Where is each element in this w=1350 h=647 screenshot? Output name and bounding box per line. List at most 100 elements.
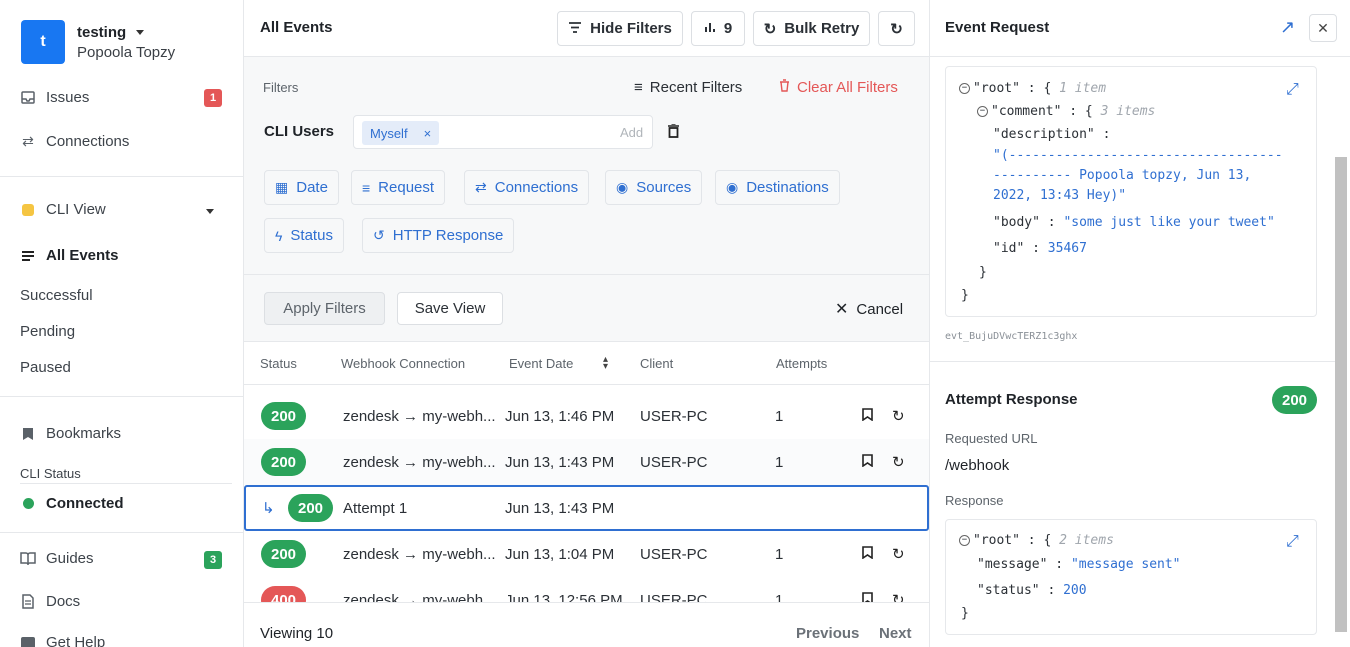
org-switcher[interactable]: t testing Popoola Topzy [21,20,175,64]
next-button[interactable]: Next [879,625,912,642]
bolt-icon: ϟ [275,227,283,244]
event-date: Jun 13, 1:46 PM [505,407,615,425]
sort-icon[interactable]: ▴ ▾ [603,355,608,372]
chevron-down-icon[interactable] [206,209,214,214]
expand-icon[interactable]: ⤢ [1286,531,1299,551]
chip-label: Connections [494,179,579,196]
sidebar-item-all-events[interactable]: All Events [20,247,119,264]
retry-icon[interactable]: ↻ [892,453,905,471]
recent-filters-button[interactable]: ≡ Recent Filters [634,79,742,96]
response-json-viewer: − "root" : { 2 items ⤢ "message" : "messa… [945,519,1317,635]
collapse-icon[interactable]: − [959,83,970,94]
attempt-response-title: Attempt Response [945,391,1078,408]
save-view-button[interactable]: Save View [397,292,503,325]
json-string: "message sent" [1070,557,1181,572]
table-row[interactable]: 200 zendesk → my-webh... Jun 13, 1:46 PM… [244,393,929,439]
sidebar-item-pending[interactable]: Pending [20,323,75,340]
sidebar-item-guides[interactable]: Guides [20,550,94,567]
sidebar-item-get-help[interactable]: Get Help [20,634,105,647]
filter-chip-request[interactable]: ≡ Request [351,170,446,205]
event-date: Jun 13, 12:56 PM [505,591,623,603]
cli-status-value: Connected [46,495,124,512]
panel-scrollbar[interactable] [1335,157,1347,632]
retry-icon[interactable]: ↻ [892,407,905,425]
json-meta: 3 items [1100,104,1156,119]
table-row[interactable]: 200 zendesk → my-webh... Jun 13, 1:43 PM… [244,439,929,485]
divider [0,176,243,177]
status-badge: 200 [261,540,306,568]
filter-chip-http-response[interactable]: ↺ HTTP Response [362,218,515,253]
retry-icon[interactable]: ↻ [892,591,905,602]
delete-filter-icon[interactable] [668,123,679,142]
sidebar-item-issues[interactable]: Issues [20,89,89,106]
close-panel-button[interactable]: ✕ [1309,14,1337,42]
requested-url: /webhook [945,457,1010,474]
sidebar-item-paused[interactable]: Paused [20,359,71,376]
status-badge: 400 [261,586,306,602]
destination-target-icon: ◉ [726,179,739,195]
bookmark-icon[interactable] [862,407,873,425]
view-selector[interactable]: CLI View [20,201,106,218]
filter-chip-connections[interactable]: ⇄ Connections [464,170,590,205]
column-event-date[interactable]: Event Date [509,356,573,371]
filter-chip-destinations[interactable]: ◉ Destinations [715,170,840,205]
divider [0,396,243,397]
bookmark-icon[interactable] [862,545,873,563]
previous-button[interactable]: Previous [796,625,859,642]
expand-icon[interactable]: ⤢ [1286,79,1299,99]
document-icon [20,594,36,609]
attempt-row-selected[interactable]: ↳ 200 Attempt 1 Jun 13, 1:43 PM [244,485,929,531]
swap-icon: ⇄ [475,179,487,195]
collapse-icon[interactable]: − [977,106,988,117]
bookmark-icon[interactable] [862,591,873,602]
sidebar-item-label: Paused [20,359,71,376]
recent-filters-label: Recent Filters [649,79,743,96]
clear-all-filters-button[interactable]: Clear All Filters [779,79,898,96]
filter-chip-sources[interactable]: ◉ Sources [605,170,703,205]
open-external-icon[interactable]: ↗ [1280,17,1295,38]
search-list-icon: ≡ [634,79,643,96]
table-row[interactable]: 400 zendesk → my-webh... Jun 13, 12:56 P… [244,577,929,602]
apply-filters-button[interactable]: Apply Filters [264,292,385,325]
table-header: Status Webhook Connection Event Date ▴ ▾ … [244,342,929,385]
refresh-button[interactable]: ↻ [878,11,915,46]
hide-filters-button[interactable]: Hide Filters [557,11,683,46]
cli-users-input[interactable]: Myself × Add [353,115,653,149]
bookmark-icon[interactable] [862,453,873,471]
histogram-button[interactable]: 9 [691,11,745,46]
sidebar-item-connections[interactable]: ⇄ Connections [20,133,129,150]
viewing-count: Viewing 10 [260,625,334,642]
events-header: All Events Hide Filters 9 ↻ Bulk Retry ↻ [244,0,929,57]
webhook-connection: zendesk → my-webh... [343,407,496,425]
divider [20,483,232,484]
filter-chip-status[interactable]: ϟ Status [264,218,344,253]
events-table-body: 200 zendesk → my-webh... Jun 13, 1:46 PM… [244,385,929,602]
sidebar: t testing Popoola Topzy Issues 1 ⇄ Conne… [0,0,244,647]
divider [0,532,243,533]
sidebar-item-successful[interactable]: Successful [20,287,93,304]
history-icon: ↺ [373,227,385,243]
retry-icon[interactable]: ↻ [892,545,905,563]
cancel-label: Cancel [856,300,904,318]
chevron-down-icon [136,29,145,35]
issues-count-badge: 1 [204,89,222,107]
source-target-icon: ◉ [616,179,629,195]
table-row[interactable]: 200 zendesk → my-webh... Jun 13, 1:04 PM… [244,531,929,577]
event-count: 9 [723,20,733,37]
sidebar-item-label: Guides [46,550,94,567]
bulk-retry-button[interactable]: ↻ Bulk Retry [753,11,870,46]
attempt-label: Attempt 1 [343,499,408,517]
response-label: Response [945,493,1004,508]
sidebar-item-bookmarks[interactable]: Bookmarks [20,425,121,442]
json-meta: 1 item [1059,81,1107,96]
event-detail-panel: Event Request ↗ ✕ − "root" : { 1 item ⤢ −… [929,0,1350,647]
remove-tag-icon[interactable]: × [424,126,432,141]
cancel-button[interactable]: ✕ Cancel [835,299,903,319]
status-badge: 200 [261,448,306,476]
attempts: 1 [775,591,784,603]
sidebar-item-docs[interactable]: Docs [20,593,80,610]
sidebar-item-label: Pending [20,323,76,340]
filter-chip-date[interactable]: ▦ Date [264,170,339,205]
inbox-icon [20,91,36,104]
collapse-icon[interactable]: − [959,535,970,546]
